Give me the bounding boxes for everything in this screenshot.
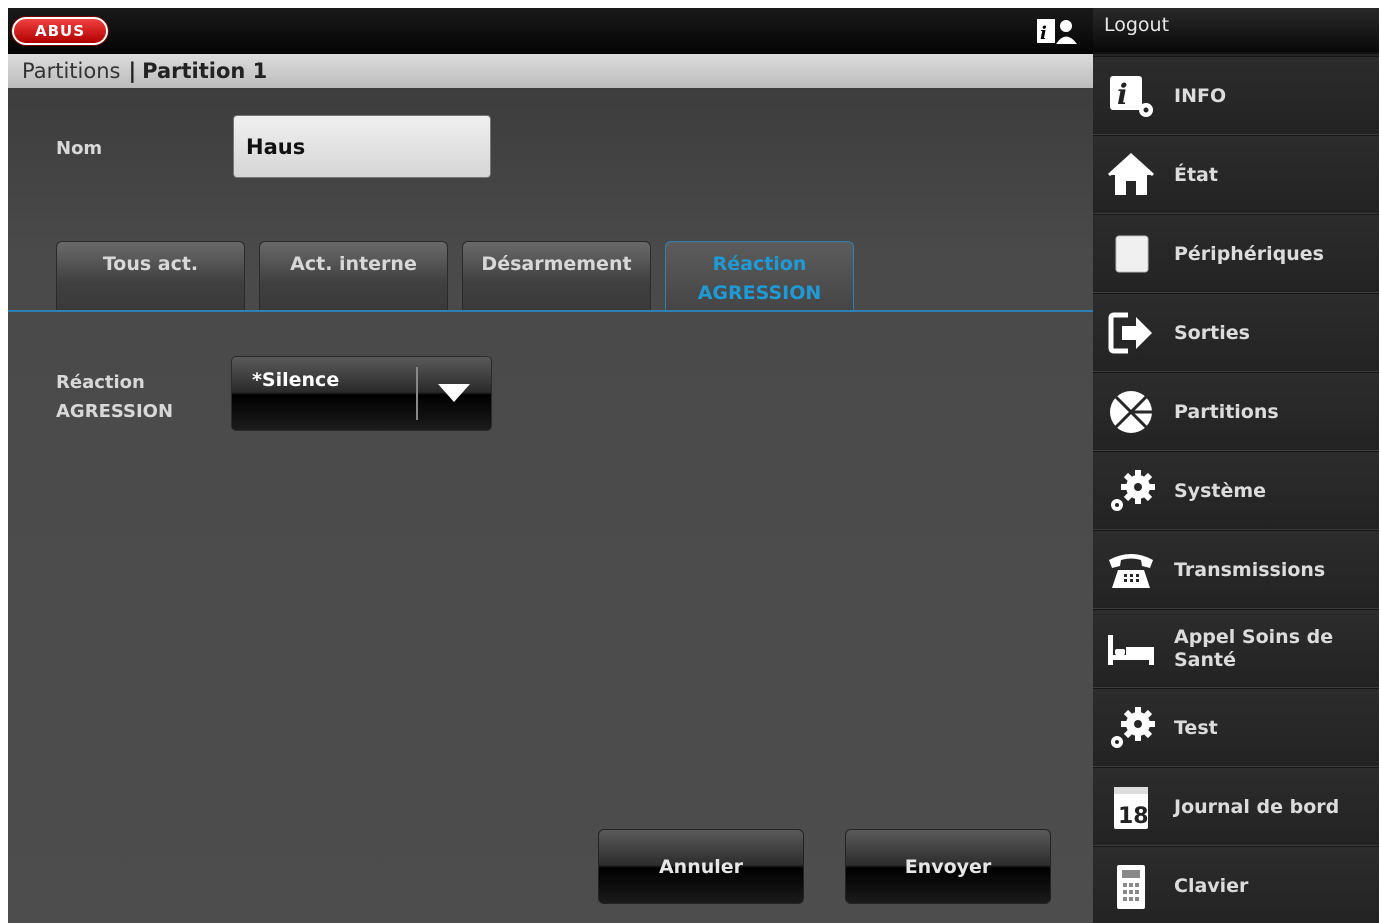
- sidebar-item-info[interactable]: i INFO: [1093, 56, 1379, 135]
- sidebar-item-etat[interactable]: État: [1093, 135, 1379, 214]
- bed-icon: [1108, 635, 1154, 665]
- tab-underline: [8, 310, 1093, 312]
- cancel-button[interactable]: Annuler: [598, 829, 804, 904]
- reaction-label-line2: AGRESSION: [56, 401, 174, 422]
- tab-act-interne[interactable]: Act. interne: [259, 241, 448, 311]
- sidebar-item-label: État: [1174, 163, 1218, 186]
- info-icon: i: [1110, 76, 1153, 117]
- sidebar-item-clavier[interactable]: Clavier: [1093, 846, 1379, 923]
- sidebar-item-sorties[interactable]: Sorties: [1093, 293, 1379, 372]
- sidebar-item-label: INFO: [1174, 84, 1227, 107]
- tab-label-line1: Réaction: [712, 253, 807, 275]
- abus-logo: ABUS: [12, 17, 108, 45]
- name-label: Nom: [56, 138, 103, 159]
- sidebar-item-label: Appel Soins de Santé: [1174, 626, 1334, 671]
- chevron-down-icon[interactable]: [438, 384, 470, 402]
- reaction-label-line1: Réaction: [56, 372, 145, 393]
- keypad-icon: [1117, 865, 1145, 909]
- svg-text:i: i: [1117, 78, 1128, 111]
- app-window: ABUS i Partitions | Partition 1 Nom Haus…: [8, 8, 1379, 923]
- sidebar-item-label: Test: [1174, 716, 1218, 739]
- sidebar-item-label: Partitions: [1174, 400, 1279, 423]
- tab-desarmement[interactable]: Désarmement: [462, 241, 651, 311]
- sidebar-item-label: Périphériques: [1174, 242, 1324, 265]
- phone-icon: [1109, 554, 1153, 588]
- sidebar-item-peripheriques[interactable]: Périphériques: [1093, 214, 1379, 293]
- breadcrumb-current: Partition 1: [142, 59, 268, 83]
- sidebar-item-test[interactable]: Test: [1093, 688, 1379, 767]
- sidebar-item-journal[interactable]: 18 Journal de bord: [1093, 767, 1379, 846]
- sidebar: Logout i INFO État Périphériques Sorties…: [1093, 8, 1379, 923]
- tab-reaction-agression[interactable]: Réaction AGRESSION: [665, 241, 854, 311]
- reaction-select[interactable]: *Silence: [231, 356, 492, 431]
- send-button[interactable]: Envoyer: [845, 829, 1051, 904]
- calendar-day: 18: [1118, 804, 1149, 829]
- svg-text:i: i: [1040, 23, 1047, 44]
- main-panel: Nom Haus Tous act. Act. interne Désarmem…: [8, 88, 1093, 923]
- breadcrumb: Partitions | Partition 1: [8, 54, 1093, 88]
- top-bar: ABUS i: [8, 8, 1093, 54]
- sidebar-item-label: Journal de bord: [1174, 795, 1340, 818]
- gears-icon: [1111, 707, 1155, 748]
- tab-tous-act[interactable]: Tous act.: [56, 241, 245, 311]
- house-icon: [1107, 152, 1155, 195]
- help-user-icon[interactable]: i: [1036, 17, 1078, 45]
- name-input[interactable]: Haus: [233, 115, 491, 178]
- sidebar-item-appel-soins[interactable]: Appel Soins de Santé: [1093, 609, 1379, 688]
- output-icon: [1108, 312, 1152, 354]
- calendar-icon: 18: [1114, 787, 1149, 829]
- sidebar-item-label: Système: [1174, 479, 1267, 502]
- partition-icon: [1110, 391, 1152, 433]
- breadcrumb-separator: |: [128, 59, 137, 83]
- sidebar-item-label: Sorties: [1174, 321, 1250, 344]
- gears-icon: [1111, 470, 1155, 511]
- breadcrumb-parent[interactable]: Partitions: [22, 59, 120, 83]
- sidebar-nav: i INFO État Périphériques Sorties Partit…: [1093, 56, 1379, 923]
- sidebar-item-transmissions[interactable]: Transmissions: [1093, 530, 1379, 609]
- reaction-label: Réaction AGRESSION: [56, 368, 173, 426]
- logout-button[interactable]: Logout: [1093, 8, 1379, 54]
- device-icon: [1115, 235, 1149, 273]
- select-divider: [416, 367, 418, 420]
- sidebar-item-label: Transmissions: [1174, 558, 1326, 581]
- sidebar-item-partitions[interactable]: Partitions: [1093, 372, 1379, 451]
- tab-label-line2: AGRESSION: [697, 282, 822, 304]
- sidebar-item-systeme[interactable]: Système: [1093, 451, 1379, 530]
- tab-bar: Tous act. Act. interne Désarmement Réact…: [8, 241, 1093, 311]
- sidebar-item-label: Clavier: [1174, 874, 1249, 897]
- reaction-select-value: *Silence: [252, 369, 340, 391]
